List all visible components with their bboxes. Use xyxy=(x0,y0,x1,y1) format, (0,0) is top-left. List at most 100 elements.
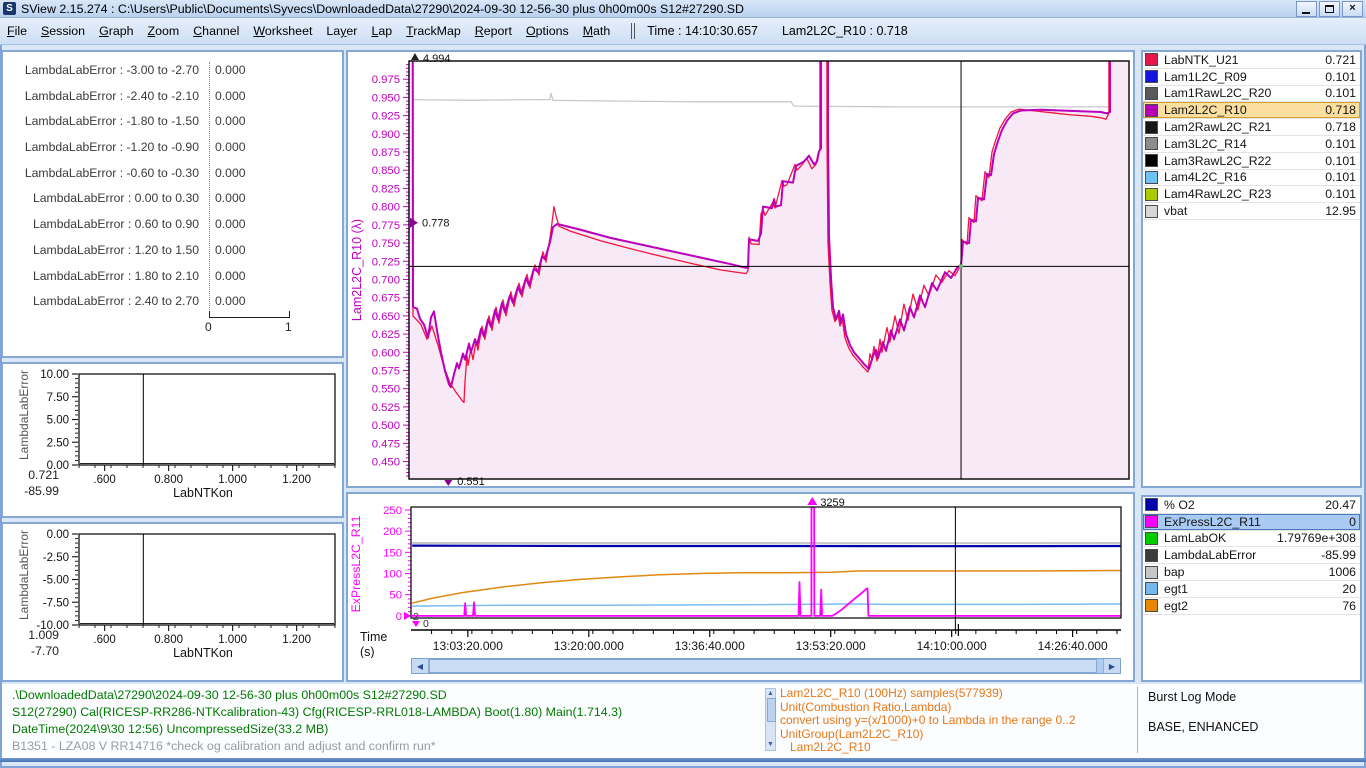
channel-name: Lam3L2C_R14 xyxy=(1164,137,1321,151)
histogram-rows: LambdaLabError : -3.00 to -2.700.000Lamb… xyxy=(3,58,342,315)
time-scrollbar[interactable]: ◀ ▶ xyxy=(411,658,1121,674)
svg-text:200: 200 xyxy=(383,526,402,538)
histogram-row: LambdaLabError : 2.40 to 2.700.000 xyxy=(3,289,342,315)
scatter1-ylabel: LambdaLabError xyxy=(17,370,31,460)
channel-info-line: convert using y=(x/1000)+0 to Lambda in … xyxy=(780,714,1136,728)
scroll-right-arrow-icon[interactable]: ▶ xyxy=(1103,659,1120,673)
scroll-up-arrow-icon[interactable]: ▲ xyxy=(766,690,775,698)
channel-row-vbat[interactable]: vbat12.95 xyxy=(1143,203,1360,220)
channel-row-egt1[interactable]: egt120 xyxy=(1143,581,1360,598)
menu-item-layer[interactable]: Layer xyxy=(319,18,364,44)
histogram-bin-label: LambdaLabError : -1.20 to -0.90 xyxy=(25,135,199,161)
svg-text:0.900: 0.900 xyxy=(372,129,400,141)
channel-name: Lam1L2C_R09 xyxy=(1164,70,1321,84)
channel-row-egt2[interactable]: egt276 xyxy=(1143,598,1360,615)
svg-text:13:03:20.000: 13:03:20.000 xyxy=(433,639,503,653)
histogram-row: LambdaLabError : 1.20 to 1.500.000 xyxy=(3,238,342,264)
menu-item-trackmap[interactable]: TrackMap xyxy=(399,18,468,44)
channel-info-line: Lam2L2C_R10 xyxy=(780,741,1136,754)
histogram-zero-axis xyxy=(209,62,210,310)
svg-text:0.775: 0.775 xyxy=(372,220,400,232)
pressure-graph-panel[interactable]: 05010015020025013:03:20.00013:20:00.0001… xyxy=(346,492,1135,682)
histogram-row: LambdaLabError : -1.20 to -0.900.000 xyxy=(3,135,342,161)
main-channel-list: LabNTK_U210.721Lam1L2C_R090.101Lam1RawL2… xyxy=(1143,52,1360,220)
channel-value: 1006 xyxy=(1329,565,1356,579)
svg-text:0.850: 0.850 xyxy=(372,165,400,177)
channel-value: 20.47 xyxy=(1325,498,1356,512)
close-button[interactable]: × xyxy=(1342,1,1363,17)
svg-text:0.600: 0.600 xyxy=(372,347,400,359)
maximize-button[interactable] xyxy=(1319,1,1340,17)
histogram-row: LambdaLabError : -2.40 to -2.100.000 xyxy=(3,84,342,110)
menu-item-file[interactable]: File xyxy=(0,18,34,44)
scrollbar-thumb[interactable] xyxy=(429,659,1097,673)
channel-row-lam4l2c-r16[interactable]: Lam4L2C_R160.101 xyxy=(1143,170,1360,187)
main-channel-list-panel: LabNTK_U210.721Lam1L2C_R090.101Lam1RawL2… xyxy=(1141,50,1362,488)
svg-text:0.925: 0.925 xyxy=(372,111,400,123)
channel-row-bap[interactable]: bap 1006 xyxy=(1143,564,1360,581)
channel-row-lam3l2c-r14[interactable]: Lam3L2C_R140.101 xyxy=(1143,136,1360,153)
scatter2-cursor-x-value: 1.009 xyxy=(11,628,59,642)
channel-row-expressl2c-r11[interactable]: ExPressL2C_R110 xyxy=(1143,514,1360,531)
menu-item-zoom[interactable]: Zoom xyxy=(141,18,187,44)
svg-text:13:53:20.000: 13:53:20.000 xyxy=(796,639,866,653)
channel-info-line: Unit(Combustion Ratio,Lambda) xyxy=(780,701,1136,715)
info-scrollbar[interactable]: ▲ ▼ xyxy=(765,688,776,751)
channel-row-lam2l2c-r10[interactable]: Lam2L2C_R100.718 xyxy=(1143,102,1360,119)
scatter1-cursor-x-value: 0.721 xyxy=(11,468,59,482)
channel-row-lam2rawl2c-r21[interactable]: Lam2RawL2C_R210.718 xyxy=(1143,119,1360,136)
channel-name: Lam4L2C_R16 xyxy=(1164,170,1321,184)
scatter-plot-positive-error-panel[interactable]: 10.007.505.002.500.00.6000.8001.0001.200… xyxy=(1,362,344,518)
channel-info-line: Lam2L2C_R10 (100Hz) samples(577939) xyxy=(780,687,1136,701)
channel-info-lines: Lam2L2C_R10 (100Hz) samples(577939)Unit(… xyxy=(780,687,1136,754)
menu-item-math[interactable]: Math xyxy=(576,18,618,44)
menu-item-channel[interactable]: Channel xyxy=(186,18,246,44)
minimize-button[interactable] xyxy=(1296,1,1317,17)
lambda-error-histogram-panel[interactable]: LambdaLabError : -3.00 to -2.700.000Lamb… xyxy=(1,50,344,358)
channel-name: bap xyxy=(1164,565,1325,579)
scatter2-xlabel: LabNTKon xyxy=(123,646,283,660)
svg-text:0.825: 0.825 xyxy=(372,183,400,195)
channel-value: 1.79769e+308 xyxy=(1277,531,1356,545)
title-bar[interactable]: S SView 2.15.274 : C:\Users\Public\Docum… xyxy=(0,0,1366,18)
channel-row-lamlabok[interactable]: LamLabOK1.79769e+308 xyxy=(1143,531,1360,548)
cursor-channel-readout: Lam2L2C_R10 : 0.718 xyxy=(782,24,908,38)
menu-item-options[interactable]: Options xyxy=(519,18,576,44)
info-scrollbar-thumb[interactable] xyxy=(767,698,776,722)
channel-row-lam1l2c-r09[interactable]: Lam1L2C_R090.101 xyxy=(1143,69,1360,86)
svg-text:0.800: 0.800 xyxy=(154,634,183,646)
svg-text:0.500: 0.500 xyxy=(372,420,400,432)
scatter2-ylabel: LambdaLabError xyxy=(17,530,31,620)
svg-text:Lam2L2C_R10 (λ): Lam2L2C_R10 (λ) xyxy=(350,219,364,321)
channel-row--o2[interactable]: % O220.47 xyxy=(1143,497,1360,514)
svg-text:0: 0 xyxy=(423,618,429,630)
histogram-bin-label: LambdaLabError : 2.40 to 2.70 xyxy=(33,289,199,315)
scatter-plot-negative-error-panel[interactable]: 0.00-2.50-5.00-7.50-10.00.6000.8001.0001… xyxy=(1,522,344,682)
main-lambda-graph-panel[interactable]: 0.4500.4750.5000.5250.5500.5750.6000.625… xyxy=(346,50,1135,488)
channel-name: vbat xyxy=(1164,204,1321,218)
channel-row-lam1rawl2c-r20[interactable]: Lam1RawL2C_R200.101 xyxy=(1143,86,1360,103)
channel-name: LabNTK_U21 xyxy=(1164,53,1321,67)
channel-value: 0 xyxy=(1349,515,1356,529)
menu-item-lap[interactable]: Lap xyxy=(364,18,399,44)
channel-row-lam4rawl2c-r23[interactable]: Lam4RawL2C_R230.101 xyxy=(1143,186,1360,203)
histogram-row: LambdaLabError : -1.80 to -1.500.000 xyxy=(3,109,342,135)
channel-color-swatch xyxy=(1145,599,1158,612)
scroll-left-arrow-icon[interactable]: ◀ xyxy=(412,659,429,673)
menu-item-report[interactable]: Report xyxy=(468,18,519,44)
channel-info-line: UnitGroup(Lam2L2C_R10) xyxy=(780,728,1136,742)
menu-item-graph[interactable]: Graph xyxy=(92,18,140,44)
channel-info-block: ▲ ▼ Lam2L2C_R10 (100Hz) samples(577939)U… xyxy=(765,687,1138,754)
bottom-chart-svg[interactable]: 05010015020025013:03:20.00013:20:00.0001… xyxy=(348,494,1133,658)
menu-item-session[interactable]: Session xyxy=(34,18,92,44)
histogram-axis-line xyxy=(209,317,290,318)
window-title: SView 2.15.274 : C:\Users\Public\Documen… xyxy=(21,2,1290,16)
channel-row-labntk-u21[interactable]: LabNTK_U210.721 xyxy=(1143,52,1360,69)
menu-item-worksheet[interactable]: Worksheet xyxy=(246,18,319,44)
scroll-down-arrow-icon[interactable]: ▼ xyxy=(766,741,775,749)
svg-text:150: 150 xyxy=(383,547,402,559)
channel-row-lam3rawl2c-r22[interactable]: Lam3RawL2C_R220.101 xyxy=(1143,153,1360,170)
main-chart-svg[interactable]: 0.4500.4750.5000.5250.5500.5750.6000.625… xyxy=(348,52,1133,486)
channel-row-lambdalaberror[interactable]: LambdaLabError-85.99 xyxy=(1143,547,1360,564)
channel-value: 20 xyxy=(1342,582,1356,596)
